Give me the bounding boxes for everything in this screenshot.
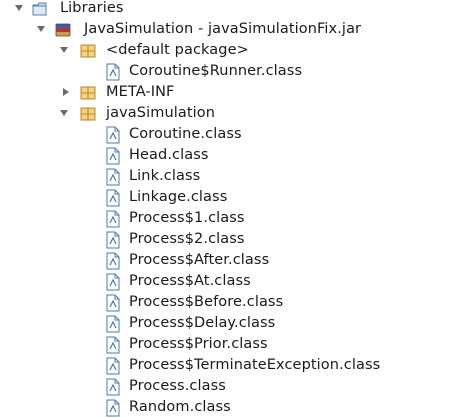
class-label: Process$Before.class [129, 294, 284, 310]
tree-node-libraries[interactable]: Libraries [0, 0, 474, 19]
class-file-icon [104, 252, 122, 270]
class-file-icon [104, 168, 122, 186]
package-icon [79, 42, 97, 60]
tree-node-class[interactable]: Random.class [0, 397, 474, 418]
collapse-arrow-icon[interactable] [13, 0, 25, 19]
class-label: Random.class [129, 399, 231, 415]
tree-node-class[interactable]: Process$1.class [0, 208, 474, 229]
tree-node-class[interactable]: Head.class [0, 145, 474, 166]
tree-node-class[interactable]: Coroutine$Runner.class [0, 61, 474, 82]
class-label: Process$Prior.class [129, 336, 268, 352]
class-file-icon [104, 315, 122, 333]
collapse-arrow-icon[interactable] [35, 19, 47, 40]
tree-node-jar[interactable]: JavaSimulation - javaSimulationFix.jar [0, 19, 474, 40]
tree-node-class[interactable]: Process$After.class [0, 250, 474, 271]
class-file-icon [104, 210, 122, 228]
class-label: Linkage.class [129, 189, 228, 205]
package-icon [79, 84, 97, 102]
class-file-icon [104, 336, 122, 354]
default-package-label: <default package> [106, 42, 249, 58]
class-file-icon [104, 378, 122, 396]
class-file-icon [104, 189, 122, 207]
class-label: Process$Delay.class [129, 315, 276, 331]
tree-node-class[interactable]: Process$Delay.class [0, 313, 474, 334]
class-label: Link.class [129, 168, 201, 184]
libraries-label: Libraries [60, 0, 124, 16]
class-file-icon [104, 63, 122, 81]
class-label: Coroutine.class [129, 126, 242, 142]
jar-label: JavaSimulation - javaSimulationFix.jar [84, 21, 362, 37]
tree-node-class[interactable]: Process$Before.class [0, 292, 474, 313]
class-file-icon [104, 399, 122, 417]
tree-node-java-simulation[interactable]: javaSimulation [0, 103, 474, 124]
class-file-icon [104, 294, 122, 312]
class-label: Head.class [129, 147, 209, 163]
class-file-icon [104, 357, 122, 375]
class-label: Process$After.class [129, 252, 270, 268]
class-file-icon [104, 273, 122, 291]
java-simulation-children: Coroutine.class Head.class Link.class Linka… [0, 124, 474, 418]
class-label: Process$At.class [129, 273, 251, 289]
collapse-arrow-icon[interactable] [58, 40, 70, 61]
tree-node-class[interactable]: Process$At.class [0, 271, 474, 292]
class-label: Process$2.class [129, 231, 245, 247]
tree-node-class[interactable]: Process$Prior.class [0, 334, 474, 355]
project-tree: Libraries JavaSimulation - javaSimulatio… [0, 0, 474, 418]
expand-arrow-icon[interactable] [60, 82, 72, 103]
tree-node-class[interactable]: Process.class [0, 376, 474, 397]
meta-inf-label: META-INF [106, 84, 175, 100]
class-label: Coroutine$Runner.class [129, 63, 303, 79]
tree-node-class[interactable]: Process$TerminateException.class [0, 355, 474, 376]
jar-icon [54, 21, 72, 39]
class-label: Process$1.class [129, 210, 245, 226]
tree-node-class[interactable]: Process$2.class [0, 229, 474, 250]
package-icon [79, 105, 97, 123]
class-file-icon [104, 231, 122, 249]
tree-node-meta-inf[interactable]: META-INF [0, 82, 474, 103]
tree-node-default-package[interactable]: <default package> [0, 40, 474, 61]
class-file-icon [104, 147, 122, 165]
library-folder-icon [31, 0, 49, 18]
tree-node-class[interactable]: Linkage.class [0, 187, 474, 208]
collapse-arrow-icon[interactable] [58, 103, 70, 124]
java-simulation-label: javaSimulation [106, 105, 216, 121]
class-label: Process.class [129, 378, 226, 394]
tree-node-class[interactable]: Coroutine.class [0, 124, 474, 145]
tree-node-class[interactable]: Link.class [0, 166, 474, 187]
class-label: Process$TerminateException.class [129, 357, 381, 373]
class-file-icon [104, 126, 122, 144]
